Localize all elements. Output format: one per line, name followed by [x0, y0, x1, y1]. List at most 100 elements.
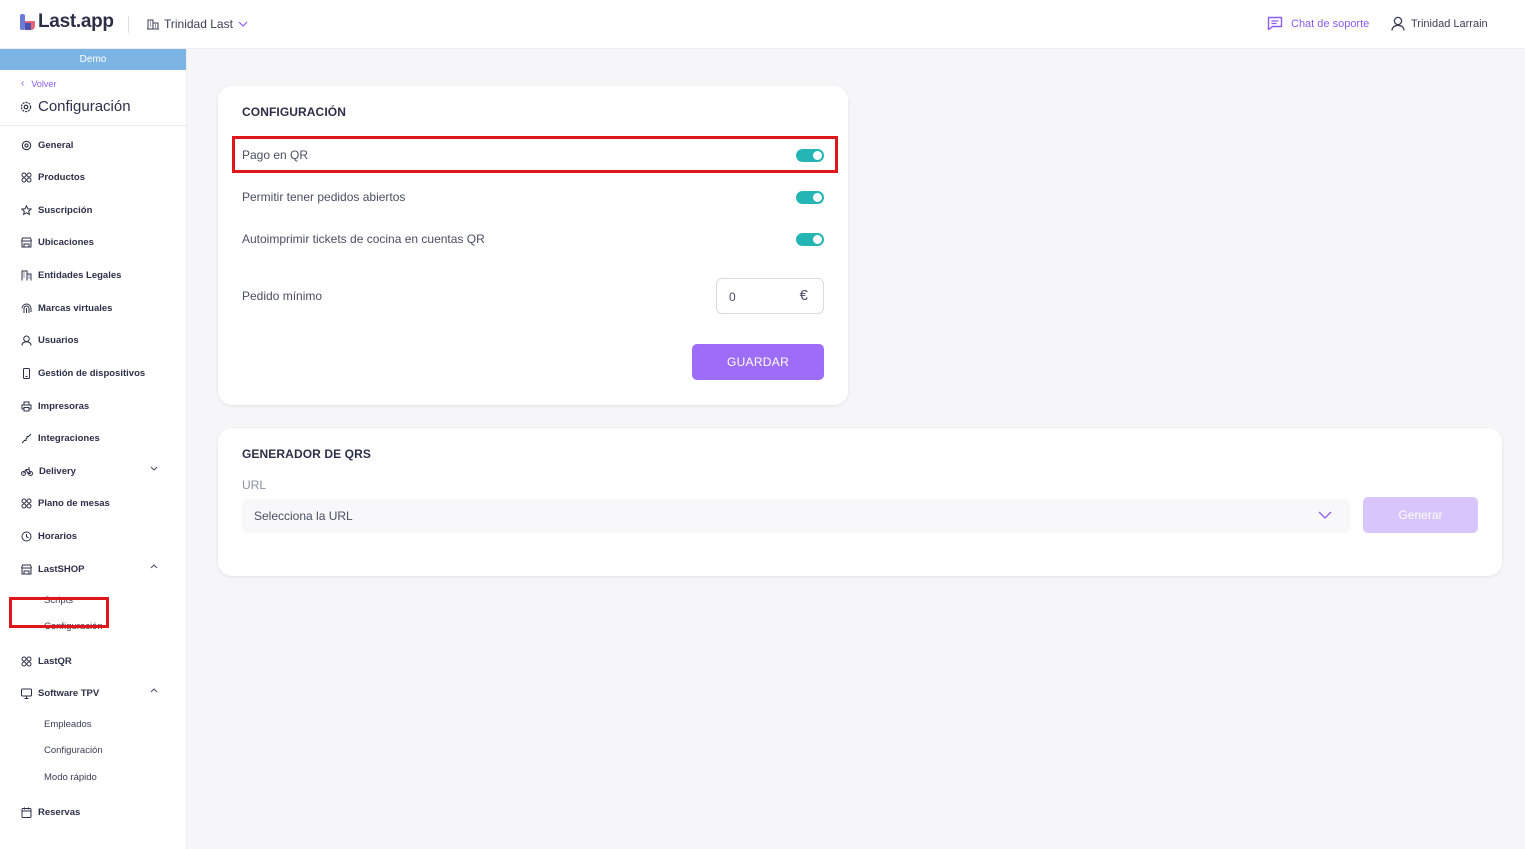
sidebar-item-label: Ubicaciones	[38, 236, 94, 248]
sidebar-item-integraciones[interactable]: Integraciones	[21, 430, 166, 446]
pedido-minimo-input[interactable]: 0 €	[716, 278, 824, 314]
sidebar-item-label: General	[38, 139, 74, 151]
user-name: Trinidad Larrain	[1411, 17, 1488, 30]
star-icon	[21, 204, 32, 215]
url-select-placeholder: Selecciona la URL	[254, 509, 353, 523]
bike-icon	[21, 467, 33, 476]
chat-icon	[1267, 16, 1283, 31]
lastqr-highlight-box	[9, 597, 109, 628]
sidebar-item-horarios[interactable]: Horarios	[21, 528, 166, 544]
monitor-icon	[21, 688, 32, 699]
building-icon	[147, 19, 159, 30]
sidebar-item-impresoras[interactable]: Impresoras	[21, 398, 166, 414]
logo-text: Last.app	[38, 11, 114, 32]
chevron-down-icon	[1318, 511, 1332, 519]
sidebar-item-label: Gestión de dispositivos	[38, 367, 146, 379]
demo-banner: Demo	[0, 49, 186, 70]
shop-icon	[21, 564, 32, 574]
sidebar-item-general[interactable]: General	[21, 137, 166, 153]
calendar-icon	[21, 807, 32, 818]
chevron-up-icon	[150, 688, 158, 693]
user-icon	[1391, 16, 1405, 31]
qr-icon	[21, 656, 32, 666]
sidebar-item-label: Marcas virtuales	[38, 302, 113, 314]
sidebar-item-label: Suscripción	[38, 204, 93, 216]
plug-icon	[21, 433, 32, 443]
config-card-title: CONFIGURACIÓN	[242, 105, 346, 119]
sidebar-item-label: Integraciones	[38, 432, 100, 444]
sidebar-item-delivery[interactable]: Delivery	[21, 463, 166, 479]
back-link[interactable]: ‹ Volver	[21, 78, 56, 89]
sidebar-subitem-modo-rapido[interactable]: Modo rápido	[44, 772, 97, 786]
user-icon	[21, 335, 32, 346]
url-select[interactable]: Selecciona la URL	[242, 499, 1350, 533]
pedido-minimo-label: Pedido mínimo	[242, 289, 323, 303]
gear-icon	[20, 101, 32, 112]
sidebar-item-productos[interactable]: Productos	[21, 169, 166, 185]
sidebar-title: Configuración	[20, 98, 131, 115]
support-label: Chat de soporte	[1291, 17, 1370, 30]
sidebar-item-marcas-virtuales[interactable]: Marcas virtuales	[21, 300, 166, 316]
sidebar-item-entidades-legales[interactable]: Entidades Legales	[21, 267, 166, 283]
chevron-up-icon	[150, 564, 158, 569]
sidebar-item-plano-mesas[interactable]: Plano de mesas	[21, 495, 166, 511]
sidebar-item-lastshop[interactable]: LastSHOP	[21, 561, 166, 577]
pedidos-abiertos-label: Permitir tener pedidos abiertos	[242, 190, 406, 204]
qr-card-title: GENERADOR DE QRS	[242, 447, 371, 461]
sidebar: Demo ‹ Volver Configuración General Prod…	[0, 49, 187, 849]
sidebar-divider	[0, 125, 187, 126]
tables-icon	[21, 498, 32, 508]
printer-icon	[21, 401, 32, 411]
qr-generator-card: GENERADOR DE QRS URL Selecciona la URL G…	[218, 428, 1502, 576]
sidebar-item-gestion-dispositivos[interactable]: Gestión de dispositivos	[21, 365, 166, 381]
top-bar: Last.app Trinidad Last Chat de soporte T…	[0, 0, 1525, 49]
sidebar-item-label: LastSHOP	[38, 563, 85, 575]
device-icon	[23, 367, 30, 379]
support-chat-link[interactable]: Chat de soporte	[1267, 16, 1369, 31]
logo-mark-icon	[20, 14, 36, 30]
chevron-down-icon	[150, 466, 158, 471]
organization-selector[interactable]: Trinidad Last	[147, 17, 253, 31]
building-icon	[21, 270, 32, 280]
sidebar-subitem-empleados[interactable]: Empleados	[44, 719, 92, 733]
pedido-minimo-value: 0	[729, 290, 736, 304]
clock-icon	[21, 531, 32, 541]
sidebar-item-label: Software TPV	[38, 687, 100, 699]
app-logo[interactable]: Last.app	[20, 11, 114, 33]
generate-button[interactable]: Generar	[1363, 497, 1478, 533]
pago-qr-highlight-box	[232, 136, 838, 173]
sidebar-item-usuarios[interactable]: Usuarios	[21, 332, 166, 348]
chevron-down-icon	[238, 21, 248, 27]
sidebar-item-label: Reservas	[38, 806, 81, 818]
header-divider	[128, 16, 129, 33]
sidebar-item-label: Usuarios	[38, 334, 79, 346]
config-card: CONFIGURACIÓN Pago en QR Permitir tener …	[218, 86, 848, 405]
sidebar-item-label: Plano de mesas	[38, 497, 110, 509]
chevron-left-icon: ‹	[21, 78, 25, 89]
sidebar-item-label: Horarios	[38, 530, 78, 542]
sidebar-item-label: LastQR	[38, 655, 72, 667]
sidebar-item-reservas[interactable]: Reservas	[21, 804, 166, 820]
sidebar-item-suscripcion[interactable]: Suscripción	[21, 202, 166, 218]
grid-icon	[21, 172, 32, 182]
sidebar-item-label: Delivery	[39, 465, 76, 477]
euro-icon: €	[799, 287, 808, 304]
sidebar-item-label: Productos	[38, 171, 85, 183]
store-icon	[21, 237, 32, 247]
save-button[interactable]: GUARDAR	[692, 344, 824, 380]
autoimprimir-label: Autoimprimir tickets de cocina en cuenta…	[242, 232, 485, 246]
brands-icon	[21, 303, 32, 313]
gear-icon	[21, 140, 32, 150]
sidebar-item-label: Entidades Legales	[38, 269, 122, 281]
pedidos-abiertos-toggle[interactable]	[796, 191, 824, 204]
sidebar-item-software-tpv[interactable]: Software TPV	[21, 685, 166, 701]
organization-name: Trinidad Last	[164, 17, 233, 31]
url-label: URL	[242, 478, 267, 492]
sidebar-item-ubicaciones[interactable]: Ubicaciones	[21, 234, 166, 250]
autoimprimir-toggle[interactable]	[796, 233, 824, 246]
sidebar-subitem-tpv-configuracion[interactable]: Configuración	[44, 745, 103, 759]
sidebar-title-label: Configuración	[38, 98, 131, 115]
sidebar-item-label: Impresoras	[38, 400, 90, 412]
user-menu[interactable]: Trinidad Larrain	[1391, 16, 1488, 31]
sidebar-item-lastqr[interactable]: LastQR	[21, 653, 166, 669]
